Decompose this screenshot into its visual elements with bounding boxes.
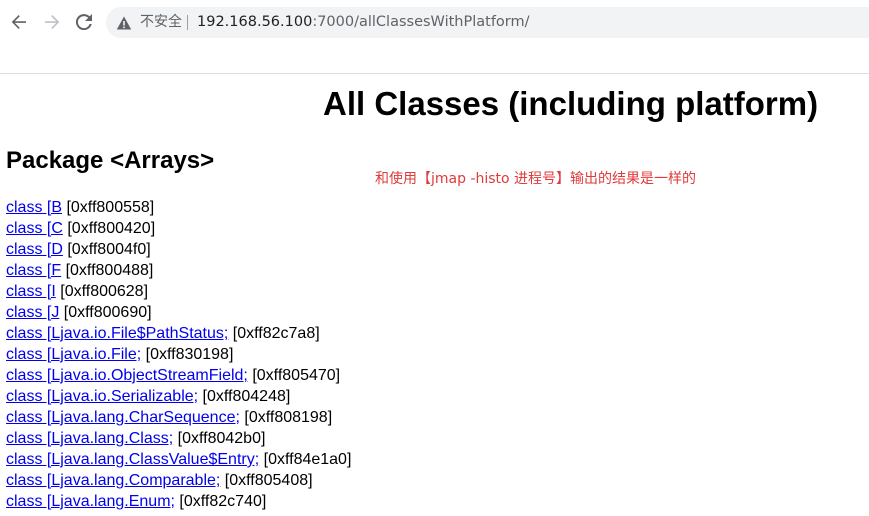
annotation-note: 和使用【jmap -histo 进程号】输出的结果是一样的 bbox=[375, 171, 697, 187]
class-link[interactable]: class [Ljava.lang.ClassValue$Entry; bbox=[6, 451, 259, 468]
class-address: [0xff804248] bbox=[198, 388, 291, 405]
class-list-item: class [F [0xff800488] bbox=[6, 260, 351, 281]
class-address: [0xff805470] bbox=[247, 367, 341, 384]
url-host: 192.168.56.100 bbox=[197, 14, 313, 30]
class-address: [0xff82c7a8] bbox=[228, 325, 320, 342]
class-link[interactable]: class [B bbox=[6, 199, 62, 216]
address-separator bbox=[187, 15, 188, 30]
class-link[interactable]: class [Ljava.io.Serializable; bbox=[6, 388, 198, 405]
class-list-item: class [Ljava.lang.Comparable; [0xff80540… bbox=[6, 470, 351, 491]
class-address: [0xff800628] bbox=[55, 283, 149, 300]
class-list: class [B [0xff800558] class [C [0xff80042… bbox=[6, 197, 351, 512]
class-list-item: class [Ljava.io.ObjectStreamField; [0xff… bbox=[6, 365, 351, 386]
class-list-item: class [Ljava.lang.CharSequence; [0xff808… bbox=[6, 407, 351, 428]
arrow-right-icon bbox=[45, 15, 60, 29]
class-link[interactable]: class [D bbox=[6, 241, 63, 258]
arrow-left-icon bbox=[11, 15, 26, 29]
class-list-item: class [Ljava.io.Serializable; [0xff80424… bbox=[6, 386, 351, 407]
address-bar[interactable]: 不安全 192.168.56.100:7000/allClassesWithPl… bbox=[106, 7, 869, 38]
class-link[interactable]: class [I bbox=[6, 283, 56, 300]
class-list-item: class [I [0xff800628] bbox=[6, 281, 351, 302]
url-text[interactable]: 192.168.56.100:7000/allClassesWithPlatfo… bbox=[197, 13, 530, 31]
class-address: [0xff800488] bbox=[61, 262, 154, 279]
class-address: [0xff800690] bbox=[59, 304, 152, 321]
forward-button[interactable] bbox=[42, 12, 62, 32]
class-list-item: class [Ljava.io.File$PathStatus; [0xff82… bbox=[6, 323, 351, 344]
class-address: [0xff82c740] bbox=[174, 493, 267, 510]
package-heading: Package <Arrays> bbox=[6, 147, 215, 174]
class-link[interactable]: class [F bbox=[6, 262, 61, 279]
class-link[interactable]: class [Ljava.lang.Class; bbox=[6, 430, 173, 447]
class-list-item: class [B [0xff800558] bbox=[6, 197, 351, 218]
class-list-item: class [Ljava.lang.ClassValue$Entry; [0xf… bbox=[6, 449, 351, 470]
page-title: All Classes (including platform) bbox=[323, 85, 819, 122]
class-address: [0xff830198] bbox=[141, 346, 234, 363]
class-list-item: class [Ljava.lang.Enum; [0xff82c740] bbox=[6, 491, 351, 512]
class-link[interactable]: class [J bbox=[6, 304, 59, 321]
toolbar-divider bbox=[0, 73, 869, 74]
class-link[interactable]: class [Ljava.lang.Comparable; bbox=[6, 472, 220, 489]
reload-icon bbox=[76, 14, 92, 30]
browser-toolbar: 不安全 192.168.56.100:7000/allClassesWithPl… bbox=[0, 0, 869, 44]
class-link[interactable]: class [Ljava.lang.CharSequence; bbox=[6, 409, 240, 426]
class-address: [0xff84e1a0] bbox=[259, 451, 352, 468]
class-list-item: class [J [0xff800690] bbox=[6, 302, 351, 323]
class-list-item: class [C [0xff800420] bbox=[6, 218, 351, 239]
class-address: [0xff800420] bbox=[62, 220, 156, 237]
class-link[interactable]: class [Ljava.io.ObjectStreamField; bbox=[6, 367, 248, 384]
class-address: [0xff805408] bbox=[220, 472, 313, 489]
warning-triangle-icon bbox=[116, 16, 132, 30]
class-list-item: class [Ljava.io.File; [0xff830198] bbox=[6, 344, 351, 365]
security-label[interactable]: 不安全 bbox=[140, 14, 182, 31]
class-link[interactable]: class [Ljava.io.File; bbox=[6, 346, 141, 363]
class-list-item: class [D [0xff8004f0] bbox=[6, 239, 351, 260]
class-address: [0xff8042b0] bbox=[173, 430, 266, 447]
class-address: [0xff800558] bbox=[62, 199, 155, 216]
class-address: [0xff8004f0] bbox=[62, 241, 151, 258]
class-link[interactable]: class [Ljava.io.File$PathStatus; bbox=[6, 325, 228, 342]
class-list-item: class [Ljava.lang.Class; [0xff8042b0] bbox=[6, 428, 351, 449]
class-address: [0xff808198] bbox=[239, 409, 333, 426]
reload-button[interactable] bbox=[74, 12, 94, 32]
back-button[interactable] bbox=[9, 12, 29, 32]
url-path: :7000/allClassesWithPlatform/ bbox=[312, 14, 530, 30]
class-link[interactable]: class [Ljava.lang.Enum; bbox=[6, 493, 175, 510]
class-link[interactable]: class [C bbox=[6, 220, 63, 237]
